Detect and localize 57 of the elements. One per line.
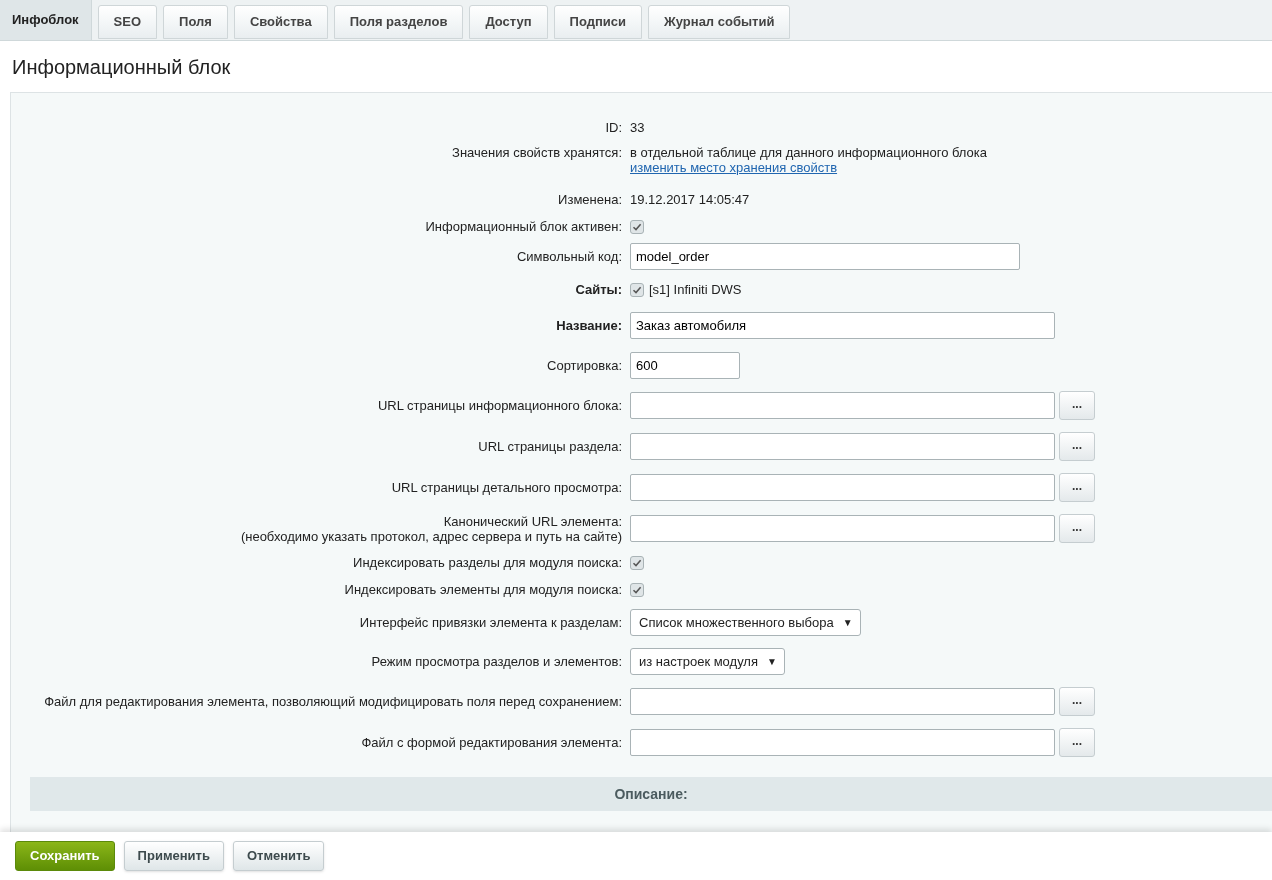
field-label: Канонический URL элемента: [443, 513, 622, 529]
checkbox-label: [s1] Infiniti DWS [649, 280, 742, 299]
link[interactable]: изменить место хранения свойств [630, 160, 838, 175]
action-button[interactable]: Отменить [232, 841, 325, 871]
field-note: (необходимо указать протокол, адрес сервера и путь на сайте) [240, 528, 622, 544]
input-field[interactable] [630, 688, 1055, 715]
field-label: URL страницы раздела: [478, 439, 622, 454]
checkbox[interactable] [630, 219, 644, 234]
input-field[interactable]: model_order [630, 243, 1020, 270]
dropdown[interactable]: из настроек модуля ▼ [630, 648, 785, 675]
browse-button[interactable]: ... [1059, 391, 1095, 420]
field-label: Интерфейс привязки элемента к разделам: [359, 615, 622, 630]
input-field[interactable] [630, 515, 1055, 542]
field-label: Режим просмотра разделов и элементов: [371, 654, 622, 669]
tab[interactable]: Поля [163, 5, 228, 39]
field-label: Изменена: [558, 192, 622, 207]
field-label: Сортировка: [547, 357, 622, 373]
field-label: Индексировать элементы для модуля поиска: [344, 582, 622, 597]
input-field[interactable] [630, 392, 1055, 419]
browse-button[interactable]: ... [1059, 687, 1095, 716]
browse-button[interactable]: ... [1059, 728, 1095, 757]
field-label: Значения свойств хранятся: [452, 145, 622, 160]
field-label: URL страницы детального просмотра: [391, 480, 622, 495]
field-label: ID: [605, 120, 622, 135]
page-title: Информационный блок [11, 55, 232, 80]
tab[interactable]: SEO [97, 5, 158, 39]
section-header: Описание: [30, 777, 1272, 811]
input-field[interactable] [630, 729, 1055, 756]
checkbox[interactable] [630, 555, 644, 570]
tab[interactable]: Поля разделов [333, 5, 464, 39]
field-label: Сайты: [575, 282, 622, 297]
field-label: Информационный блок активен: [425, 219, 622, 234]
field-label: URL страницы информационного блока: [377, 398, 622, 413]
input-field[interactable]: 600 [630, 351, 740, 379]
tab[interactable]: Журнал событий [648, 5, 791, 39]
browse-button[interactable]: ... [1059, 514, 1095, 543]
tab[interactable]: Подписи [553, 5, 643, 39]
field-label: Индексировать разделы для модуля поиска: [353, 555, 622, 570]
tab[interactable]: Свойства [233, 5, 328, 39]
field-label: Файл для редактирования элемента, позволяющий модифицировать поля перед сохранением: [44, 694, 622, 709]
field-label: Файл с формой редактирования элемента: [361, 735, 622, 750]
dropdown[interactable]: Список множественного выбора ▼ [630, 609, 861, 636]
action-button[interactable]: Применить [123, 841, 224, 871]
tab[interactable]: Доступ [469, 5, 548, 39]
input-field[interactable]: Заказ автомобиля [630, 312, 1055, 339]
field-value: в отдельной таблице для данного информационного блока [630, 145, 989, 160]
browse-button[interactable]: ... [1059, 473, 1095, 502]
field-value: 19.12.2017 14:05:47 [630, 190, 750, 209]
tab[interactable]: Инфоблок [0, 0, 92, 40]
checkbox[interactable] [630, 282, 644, 297]
field-value: 33 [630, 118, 645, 137]
input-field[interactable] [630, 474, 1055, 501]
checkbox[interactable] [630, 582, 644, 597]
field-label: Символьный код: [516, 249, 622, 264]
input-field[interactable] [630, 433, 1055, 460]
browse-button[interactable]: ... [1059, 432, 1095, 461]
field-label: Название: [556, 318, 622, 333]
